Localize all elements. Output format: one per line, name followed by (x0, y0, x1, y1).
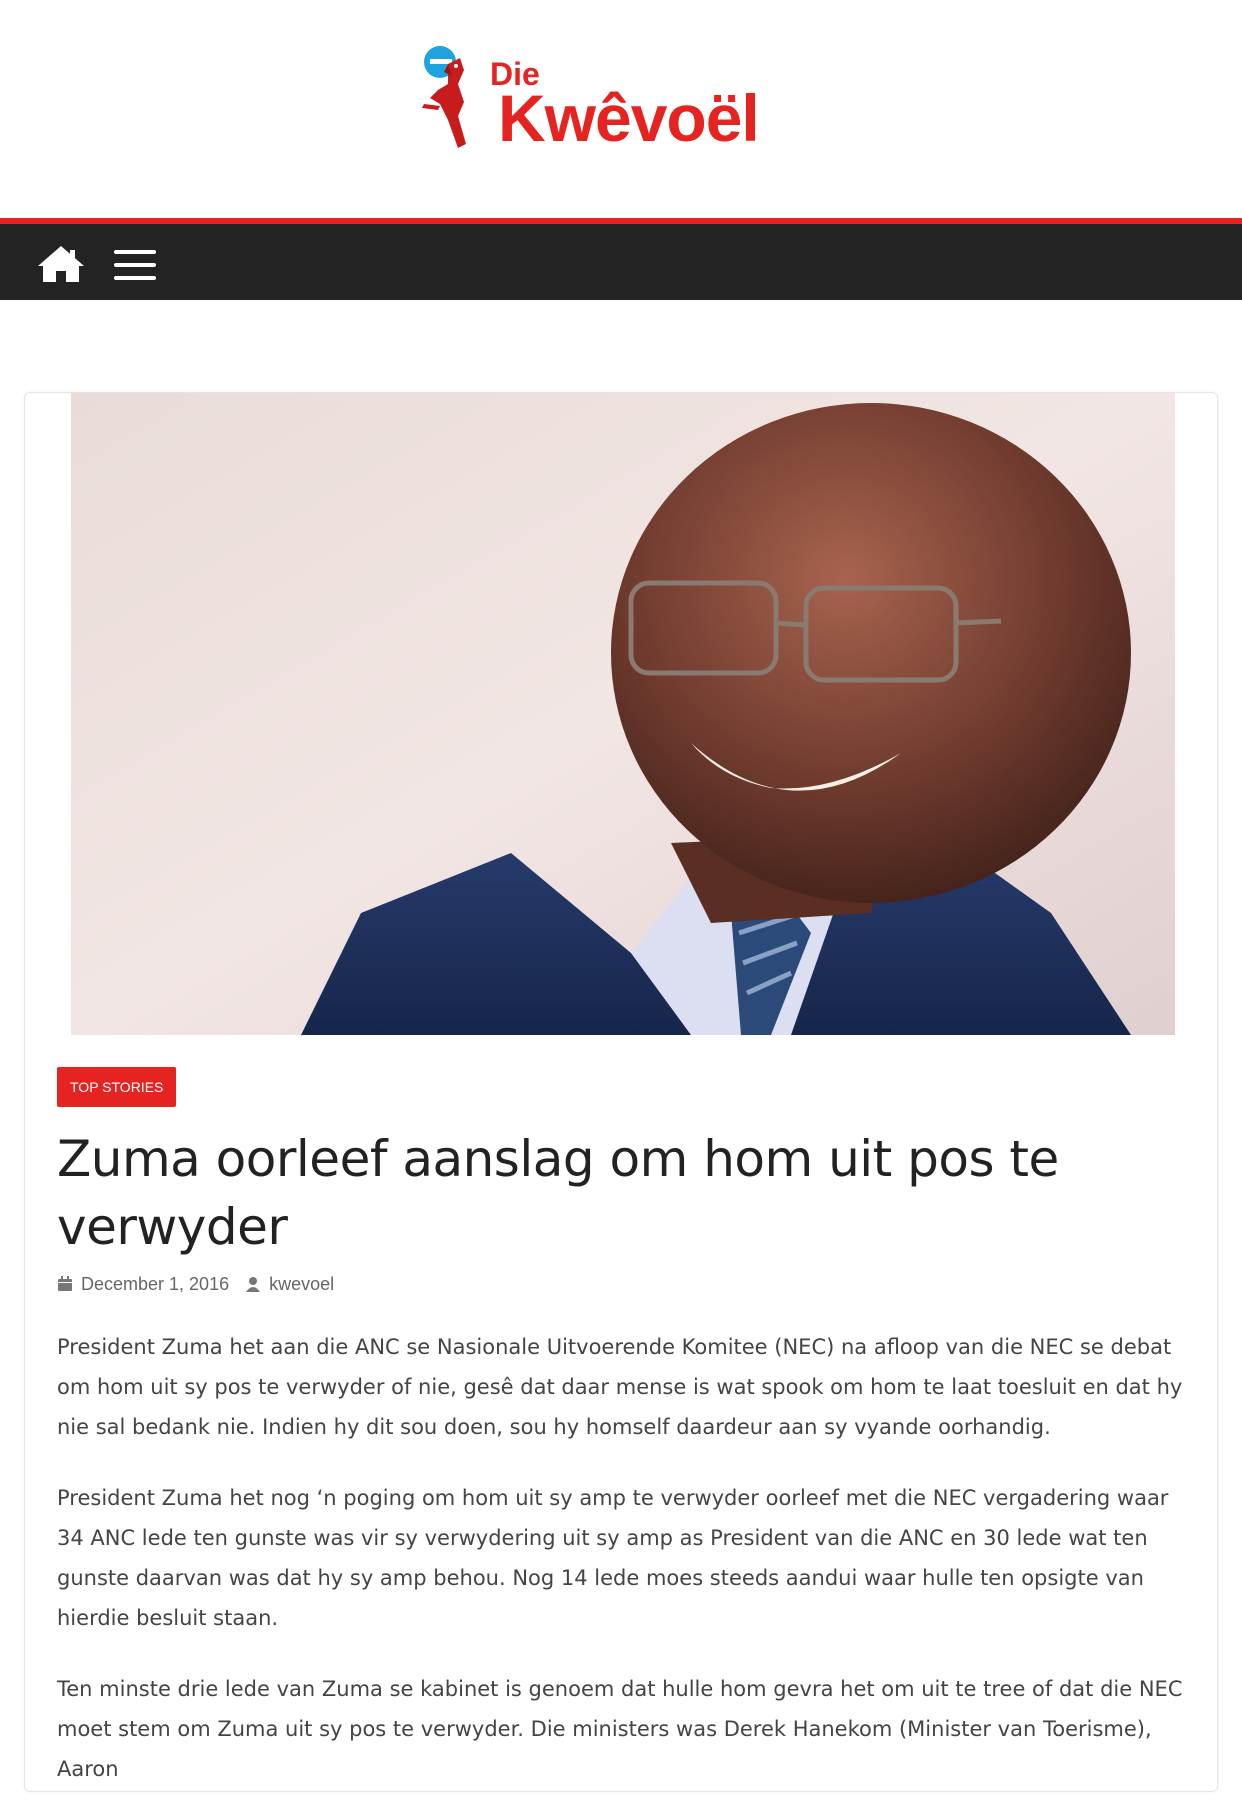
logo-kwevoel-text: Kwêvoël (498, 81, 760, 155)
post-author-text: kwevoel (269, 1273, 335, 1294)
hamburger-menu-icon (114, 250, 156, 280)
article-title: Zuma oorleef aanslag om hom uit pos te v… (57, 1130, 1059, 1256)
article-card: TOP STORIES Zuma oorleef aanslag om hom … (24, 392, 1218, 1792)
main-navigation-bar (0, 218, 1242, 300)
featured-portrait-image (71, 393, 1175, 1035)
featured-image[interactable] (71, 393, 1175, 1035)
home-icon (38, 246, 84, 282)
site-header: Die Kwêvoël (0, 0, 1242, 218)
article-paragraph: President Zuma het nog ‘n poging om hom … (57, 1486, 1169, 1630)
post-date-text: December 1, 2016 (81, 1273, 230, 1294)
article-paragraph: President Zuma het aan die ANC se Nasion… (57, 1335, 1183, 1439)
user-icon (246, 1277, 261, 1292)
post-author[interactable]: kwevoel (245, 1274, 334, 1295)
article-meta: December 1, 2016 kwevoel (57, 1271, 350, 1297)
home-button[interactable] (36, 244, 86, 284)
post-date[interactable]: December 1, 2016 (57, 1274, 229, 1295)
category-badge[interactable]: TOP STORIES (57, 1067, 177, 1107)
menu-toggle-button[interactable] (114, 248, 158, 282)
site-logo[interactable]: Die Kwêvoël (418, 44, 818, 174)
calendar-icon (58, 1276, 72, 1291)
article-body: President Zuma het aan die ANC se Nasion… (57, 1327, 1187, 1820)
article-paragraph: Ten minste drie lede van Zuma se kabinet… (57, 1677, 1183, 1781)
kwevoel-bird-logo-icon (422, 46, 466, 148)
